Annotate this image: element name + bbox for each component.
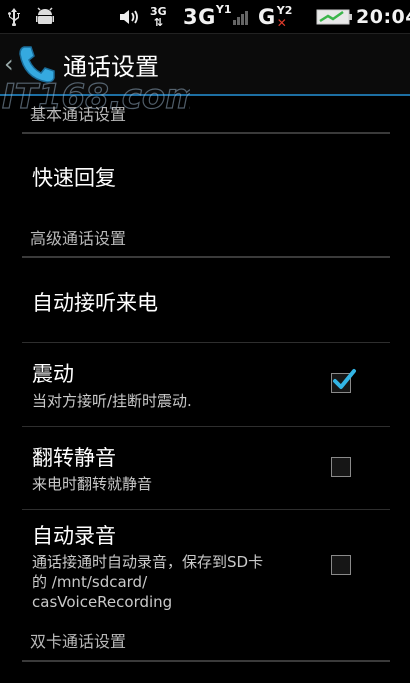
status-bar: 3G ⇅ 3G Y1 G Y2 ✕ 20:04 — [0, 0, 410, 34]
pref-quick-reply[interactable]: 快速回复 — [0, 134, 410, 220]
pref-flip-mute[interactable]: 翻转静音 来电时翻转就静音 — [0, 427, 410, 509]
back-chevron-icon[interactable]: ‹ — [4, 50, 14, 78]
checkmark-icon — [333, 369, 356, 389]
flip-mute-checkbox[interactable] — [331, 457, 351, 477]
signal-g-sup: Y2 — [276, 3, 293, 17]
auto-record-checkbox[interactable] — [331, 555, 351, 575]
no-signal-x-icon: ✕ — [276, 15, 287, 30]
pref-title: 自动录音 — [32, 524, 116, 548]
pref-title: 快速回复 — [32, 166, 116, 190]
usb-icon — [7, 0, 21, 33]
signal-3g-label: 3G — [183, 4, 216, 29]
vibrate-checkbox[interactable] — [331, 369, 356, 393]
data-arrows-icon: ⇅ — [153, 15, 163, 29]
signal-g-label: G — [258, 4, 276, 29]
pref-title: 翻转静音 — [32, 446, 116, 470]
pref-summary-line: 通话接通时自动录音，保存到SD卡 — [32, 553, 264, 571]
phone-app-icon[interactable] — [16, 43, 58, 85]
section-header-basic: 基本通话设置 — [30, 105, 127, 124]
signal-3g-sup: Y1 — [215, 3, 232, 16]
pref-vibrate[interactable]: 震动 当对方接听/挂断时震动. — [0, 343, 410, 426]
pref-title: 震动 — [32, 362, 74, 386]
pref-auto-record[interactable]: 自动录音 通话接通时自动录音，保存到SD卡 的 /mnt/sdcard/ cas… — [0, 510, 410, 620]
status-time: 20:04 — [356, 0, 410, 33]
battery-icon — [316, 0, 352, 33]
title-bar: ‹ 通话设置 — [0, 34, 410, 96]
pref-title: 自动接听来电 — [32, 291, 158, 315]
pref-summary: 当对方接听/挂断时震动. — [32, 392, 192, 410]
signal-3g: 3G Y1 — [183, 0, 249, 33]
3g-badge-text: 3G — [150, 4, 167, 18]
pref-auto-answer[interactable]: 自动接听来电 — [0, 258, 410, 342]
section-header-dual: 双卡通话设置 — [30, 632, 127, 651]
pref-summary-line: casVoiceRecording — [32, 593, 173, 611]
section-header-advanced: 高级通话设置 — [30, 229, 127, 248]
pref-summary: 来电时翻转就静音 — [32, 475, 153, 493]
3g-data-icon: 3G ⇅ — [150, 0, 167, 33]
signal-bars-icon — [233, 9, 249, 25]
signal-g: G Y2 ✕ — [258, 0, 292, 33]
pref-summary-line: 的 /mnt/sdcard/ — [32, 573, 148, 591]
android-debug-icon — [36, 0, 54, 33]
section-divider — [22, 660, 390, 662]
page-title: 通话设置 — [63, 53, 159, 81]
status-time-text: 20:04 — [356, 5, 410, 28]
sound-icon — [118, 0, 140, 33]
